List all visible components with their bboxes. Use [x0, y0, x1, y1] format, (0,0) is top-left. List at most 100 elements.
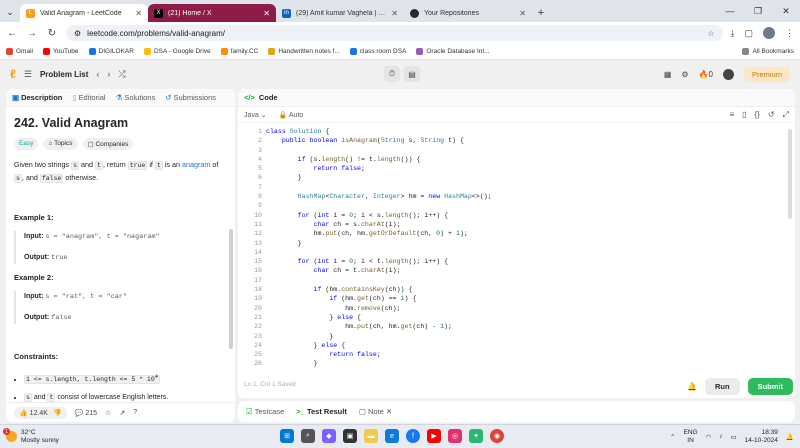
search-icon[interactable]: ⌕	[301, 429, 315, 443]
tab-description[interactable]: ▣ Description	[12, 93, 62, 102]
share-icon[interactable]: ↗	[119, 409, 125, 417]
next-problem-icon[interactable]: ›	[107, 69, 110, 79]
code-line[interactable]: }	[266, 239, 492, 248]
task-view-icon[interactable]: ▣	[343, 429, 357, 443]
facebook-icon[interactable]: f	[406, 429, 420, 443]
tab-note[interactable]: ▢ Note ✕	[359, 407, 392, 416]
code-line[interactable]: char ch = t.charAt(i);	[266, 266, 492, 275]
battery-icon[interactable]: ▭	[731, 433, 737, 441]
code-content[interactable]: class Solution { public boolean isAnagra…	[262, 125, 492, 371]
file-explorer-icon[interactable]: ▬	[364, 429, 378, 443]
fullscreen-icon[interactable]: ⤢	[783, 110, 789, 120]
streak-icon[interactable]: 🔥0	[699, 70, 713, 79]
topics-tag[interactable]: ⌂ Topics	[43, 138, 78, 150]
code-line[interactable]: return false;	[266, 350, 492, 359]
reset-icon[interactable]: ↺	[768, 110, 775, 120]
code-line[interactable]: }	[266, 332, 492, 341]
code-line[interactable]: for (int i = 0; i < t.length(); i++) {	[266, 257, 492, 266]
leetcode-logo-icon[interactable]: ℓ	[10, 67, 16, 81]
code-line[interactable]: return false;	[266, 164, 492, 173]
bookmark-dsa-drive[interactable]: DSA - Google Drive	[143, 48, 211, 55]
code-editor[interactable]: 1 2 3 4 5 6 7 8 9 10 11 12 13 14 15 16 17 18 19 20 21 22 23 24 2…	[238, 125, 795, 371]
code-line[interactable]: char ch = s.charAt(i);	[266, 220, 492, 229]
browser-tab-x[interactable]: X (21) Home / X ✕	[148, 4, 276, 22]
code-line[interactable]	[266, 201, 492, 210]
close-icon[interactable]: ✕	[391, 9, 398, 18]
favorite-icon[interactable]: ☆	[105, 409, 111, 417]
browser-tab-leetcode[interactable]: L Valid Anagram - LeetCode ✕	[20, 4, 148, 22]
code-line[interactable]: hm.remove(ch);	[266, 304, 492, 313]
bookmark-icon[interactable]: ▯	[742, 110, 746, 120]
code-line[interactable]: public boolean isAnagram(String s, Strin…	[266, 136, 492, 145]
code-line[interactable]: HashMap<Character, Integer> hm = new Has…	[266, 192, 492, 201]
tab-editorial[interactable]: ▯ Editorial	[72, 93, 105, 102]
code-line[interactable]: class Solution {	[266, 127, 492, 136]
code-line[interactable]	[266, 276, 492, 285]
tab-test-result[interactable]: >_ Test Result	[296, 407, 347, 416]
code-line[interactable]: if (hm.containsKey(ch)) {	[266, 285, 492, 294]
bookmark-gmail[interactable]: Gmail	[6, 48, 33, 55]
reload-icon[interactable]: ↻	[46, 28, 58, 39]
code-line[interactable]	[266, 248, 492, 257]
comments-button[interactable]: 💬 215	[75, 409, 97, 417]
close-icon[interactable]: ✕	[519, 9, 526, 18]
code-line[interactable]: hm.put(ch, hm.getOrDefault(ch, 0) + 1);	[266, 229, 492, 238]
windows-start-icon[interactable]: ⊞	[280, 429, 294, 443]
edge-icon[interactable]: e	[385, 429, 399, 443]
run-button[interactable]: Run	[704, 377, 740, 395]
code-line[interactable]	[266, 146, 492, 155]
code-line[interactable]: hm.put(ch, hm.get(ch) - 1);	[266, 322, 492, 331]
bookmark-classroom[interactable]: class room DSA	[349, 48, 406, 55]
weather-widget[interactable]: 1 32°C Mostly sunny	[3, 428, 59, 445]
extensions-icon[interactable]: ▢	[744, 28, 753, 39]
close-icon[interactable]: ✕	[263, 9, 270, 18]
code-line[interactable]: }	[266, 359, 492, 368]
code-line[interactable]: for (int i = 0; i < s.length(); i++) {	[266, 211, 492, 220]
code-line[interactable]: } else {	[266, 313, 492, 322]
site-info-icon[interactable]: ⚙	[74, 29, 81, 38]
layout-icon[interactable]: ▦	[664, 70, 672, 79]
close-window-icon[interactable]: ✕	[772, 0, 800, 22]
code-line[interactable]: }	[266, 173, 492, 182]
tab-submissions[interactable]: ↺ Submissions	[165, 93, 216, 102]
like-button[interactable]: 👍 12.4K	[19, 409, 48, 417]
restore-icon[interactable]: ❐	[744, 0, 772, 22]
forward-icon[interactable]: →	[26, 28, 38, 39]
volume-icon[interactable]: ♪	[719, 433, 722, 440]
debug-icon[interactable]: ⏱	[384, 66, 400, 82]
format-icon[interactable]: ≡	[729, 110, 734, 120]
braces-icon[interactable]: {}	[755, 110, 760, 120]
anagram-link[interactable]: anagram	[182, 160, 210, 169]
download-icon[interactable]: ⤓	[731, 28, 735, 39]
notes-panel-icon[interactable]: ▤	[404, 66, 420, 82]
code-line[interactable]: } else {	[266, 341, 492, 350]
chrome-icon[interactable]: ◉	[490, 429, 504, 443]
companies-tag[interactable]: ▢ Companies	[82, 138, 134, 150]
submit-button[interactable]: Submit	[747, 377, 793, 395]
instagram-icon[interactable]: ◎	[448, 429, 462, 443]
thumbs-down-icon[interactable]: 👎	[53, 409, 62, 417]
wifi-icon[interactable]: ◠	[706, 433, 712, 441]
app-icon[interactable]: ✦	[469, 429, 483, 443]
description-scrollbar[interactable]	[229, 229, 233, 349]
all-bookmarks[interactable]: All Bookmarks	[742, 48, 794, 55]
profile-avatar[interactable]	[763, 27, 775, 39]
console-icon[interactable]: 🔔	[687, 382, 697, 391]
copilot-icon[interactable]: ◆	[322, 429, 336, 443]
user-avatar[interactable]	[722, 68, 734, 80]
help-icon[interactable]: ?	[133, 409, 137, 416]
minimize-icon[interactable]: —	[716, 0, 744, 22]
close-icon[interactable]: ✕	[386, 407, 392, 416]
tab-testcase[interactable]: ☑ Testcase	[246, 407, 284, 416]
shuffle-icon[interactable]: ⤮	[118, 69, 125, 80]
bookmark-star-icon[interactable]: ☆	[707, 29, 714, 38]
tab-search-icon[interactable]: ⌄	[0, 2, 20, 22]
problem-list-link[interactable]: Problem List	[40, 70, 88, 79]
prev-problem-icon[interactable]: ‹	[96, 69, 99, 79]
code-line[interactable]	[266, 183, 492, 192]
code-line[interactable]: if (hm.get(ch) == 1) {	[266, 294, 492, 303]
bookmark-youtube[interactable]: YouTube	[42, 48, 79, 55]
back-icon[interactable]: ←	[6, 28, 18, 39]
browser-tab-linkedin[interactable]: in (29) Amit kumar Vaghela | Linkedin ✕	[276, 4, 404, 22]
tab-solutions[interactable]: ⚗ Solutions	[116, 93, 156, 102]
